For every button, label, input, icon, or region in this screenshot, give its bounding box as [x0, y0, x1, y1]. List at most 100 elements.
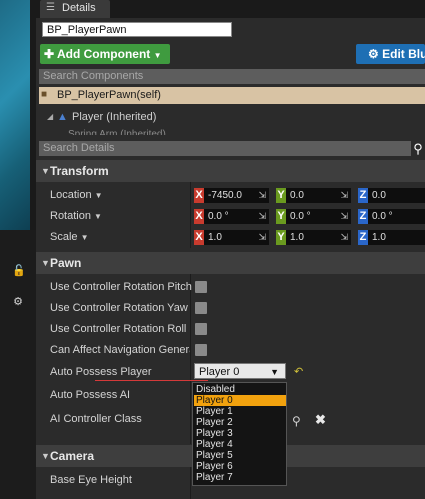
column-divider: [190, 467, 191, 499]
location-label[interactable]: Location ▼: [50, 189, 103, 201]
auto-possess-player-value: Player 0: [199, 366, 240, 378]
rotation-x-input[interactable]: 0.0 ° ⇲: [204, 209, 269, 224]
scale-label-text: Scale: [50, 231, 78, 243]
drag-spin-icon[interactable]: ⇲: [340, 230, 348, 245]
scale-y-input[interactable]: 1.0 ⇲: [286, 230, 351, 245]
option-player-1[interactable]: Player 1: [194, 406, 286, 417]
plus-icon: ✚: [44, 47, 55, 61]
rotation-label[interactable]: Rotation ▼: [50, 210, 102, 222]
collapse-arrow-icon: ▼: [41, 451, 50, 461]
rotation-y-input[interactable]: 0.0 ° ⇲: [286, 209, 351, 224]
edit-blueprint-label: Edit Blu: [382, 47, 425, 61]
search-details-input[interactable]: Search Details: [39, 141, 411, 156]
level-viewport-strip: [0, 0, 30, 230]
search-components-input[interactable]: Search Components: [39, 69, 425, 84]
ai-controller-class-label: AI Controller Class: [50, 413, 142, 425]
chevron-down-icon: ▼: [94, 191, 103, 200]
drag-spin-icon[interactable]: ⇲: [258, 230, 266, 245]
scale-x-value: 1.0: [208, 232, 222, 243]
rotation-y-value: 0.0 °: [290, 211, 311, 222]
skeletal-mesh-icon: ▲: [57, 111, 68, 123]
pawn-section-header[interactable]: ▼ Pawn: [36, 252, 425, 274]
location-label-text: Location: [50, 189, 92, 201]
drag-spin-icon[interactable]: ⇲: [258, 209, 266, 224]
location-y-input[interactable]: 0.0 ⇲: [286, 188, 351, 203]
y-axis-label: Y: [276, 230, 286, 245]
option-player-0[interactable]: Player 0: [194, 395, 286, 406]
location-x-value: -7450.0: [208, 190, 242, 201]
use-controller-rotation-pitch-checkbox[interactable]: [195, 281, 207, 293]
use-controller-rotation-roll-checkbox[interactable]: [195, 323, 207, 335]
option-player-5[interactable]: Player 5: [194, 450, 286, 461]
expand-arrow-icon[interactable]: ◢: [47, 112, 53, 121]
collapse-arrow-icon: ▼: [41, 258, 50, 268]
blueprint-icon: ■: [41, 89, 48, 100]
column-divider: [190, 182, 191, 248]
z-axis-label: Z: [358, 209, 368, 224]
component-self-row[interactable]: BP_PlayerPawn(self): [39, 87, 425, 104]
option-player-7[interactable]: Player 7: [194, 472, 286, 483]
use-controller-rotation-yaw-label: Use Controller Rotation Yaw: [50, 302, 188, 314]
y-axis-label: Y: [276, 209, 286, 224]
auto-possess-player-label: Auto Possess Player: [50, 366, 152, 378]
rotation-z-value: 0.0 °: [372, 211, 393, 222]
rotation-label-text: Rotation: [50, 210, 91, 222]
clear-icon[interactable]: ✖: [315, 412, 326, 428]
use-controller-rotation-yaw-checkbox[interactable]: [195, 302, 207, 314]
details-icon: ☰: [46, 2, 55, 13]
auto-possess-player-dropdown[interactable]: Player 0 ▼: [194, 363, 286, 379]
scale-z-input[interactable]: 1.0: [368, 230, 425, 245]
add-component-label: Add Component: [56, 47, 151, 61]
add-component-button[interactable]: ✚ Add Component ▼: [40, 44, 170, 64]
scale-label[interactable]: Scale ▼: [50, 231, 89, 243]
scale-z-value: 1.0: [372, 232, 386, 243]
x-axis-label: X: [194, 209, 204, 224]
rotation-x-value: 0.0 °: [208, 211, 229, 222]
chevron-down-icon: ▼: [270, 367, 279, 377]
component-player-row[interactable]: Player (Inherited): [72, 111, 156, 123]
option-player-2[interactable]: Player 2: [194, 417, 286, 428]
x-axis-label: X: [194, 230, 204, 245]
drag-spin-icon[interactable]: ⇲: [258, 188, 266, 203]
option-player-6[interactable]: Player 6: [194, 461, 286, 472]
chevron-down-icon: ▼: [80, 233, 89, 242]
location-x-input[interactable]: -7450.0 ⇲: [204, 188, 269, 203]
option-player-3[interactable]: Player 3: [194, 428, 286, 439]
can-affect-navigation-checkbox[interactable]: [195, 344, 207, 356]
browse-search-icon[interactable]: ⚲: [292, 414, 301, 428]
gears-icon: ⚙: [368, 47, 379, 61]
chevron-down-icon: ▼: [153, 51, 162, 60]
y-axis-label: Y: [276, 188, 286, 203]
location-z-input[interactable]: 0.0: [368, 188, 425, 203]
z-axis-label: Z: [358, 230, 368, 245]
blueprint-name-field[interactable]: BP_PlayerPawn: [42, 22, 232, 37]
drag-spin-icon[interactable]: ⇲: [340, 209, 348, 224]
transform-title: Transform: [50, 164, 109, 178]
drag-spin-icon[interactable]: ⇲: [340, 188, 348, 203]
chevron-down-icon: ▼: [94, 212, 102, 221]
location-y-value: 0.0: [290, 190, 304, 201]
transform-section-header[interactable]: ▼ Transform: [36, 160, 425, 182]
auto-possess-player-options: Disabled Player 0 Player 1 Player 2 Play…: [192, 382, 287, 486]
lock-icon[interactable]: 🔓: [12, 265, 26, 277]
search-icon[interactable]: ⚲: [411, 141, 425, 156]
tab-details-label: Details: [62, 2, 96, 14]
column-divider: [190, 274, 191, 444]
option-player-4[interactable]: Player 4: [194, 439, 286, 450]
rotation-vector-field: X 0.0 ° ⇲ Y 0.0 ° ⇲ Z 0.0 °: [194, 209, 425, 224]
option-disabled[interactable]: Disabled: [194, 384, 286, 395]
base-eye-height-label: Base Eye Height: [50, 474, 132, 486]
edit-blueprint-button[interactable]: ⚙ Edit Blu: [356, 44, 425, 64]
x-axis-label: X: [194, 188, 204, 203]
scale-vector-field: X 1.0 ⇲ Y 1.0 ⇲ Z 1.0: [194, 230, 425, 245]
reset-to-default-icon[interactable]: ↶: [294, 365, 303, 378]
use-controller-rotation-pitch-label: Use Controller Rotation Pitch: [50, 281, 192, 293]
rotation-z-input[interactable]: 0.0 °: [368, 209, 425, 224]
auto-possess-ai-label: Auto Possess AI: [50, 389, 131, 401]
scale-x-input[interactable]: 1.0 ⇲: [204, 230, 269, 245]
location-z-value: 0.0: [372, 190, 386, 201]
settings-icon[interactable]: ⚙: [12, 296, 24, 308]
component-partial-row[interactable]: Spring Arm (Inherited): [68, 129, 166, 135]
scale-y-value: 1.0: [290, 232, 304, 243]
can-affect-navigation-label: Can Affect Navigation Generation: [50, 344, 190, 356]
